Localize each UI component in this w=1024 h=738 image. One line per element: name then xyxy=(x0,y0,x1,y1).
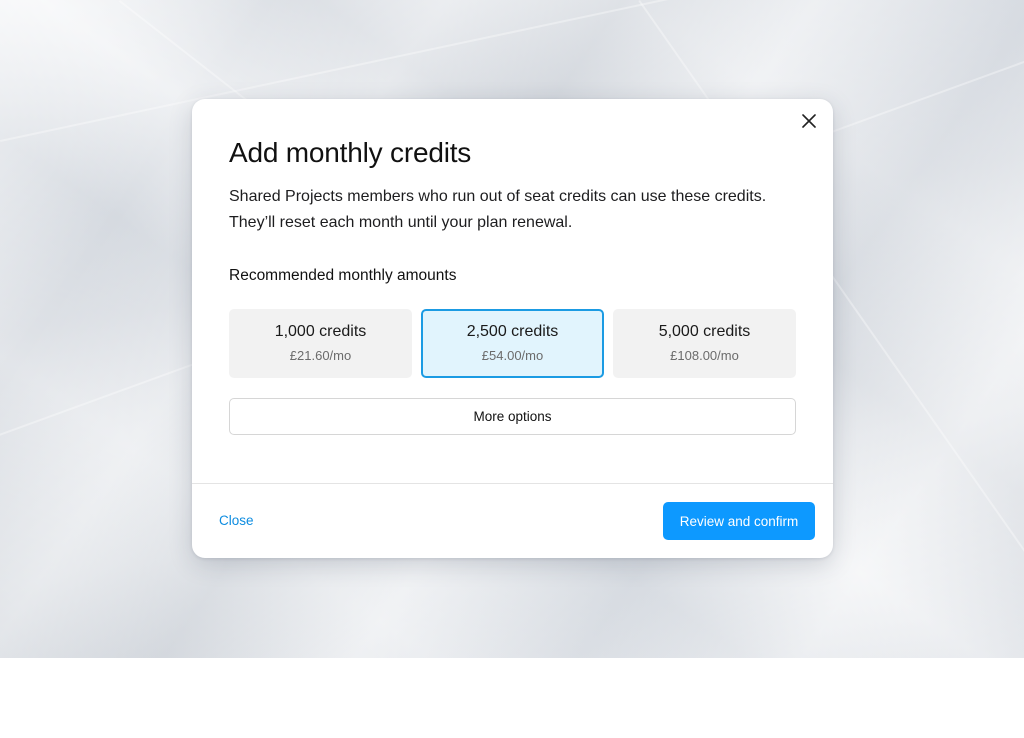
review-and-confirm-button[interactable]: Review and confirm xyxy=(663,502,815,540)
credit-option-amount: 5,000 credits xyxy=(658,323,751,340)
credit-options: 1,000 credits £21.60/mo 2,500 credits £5… xyxy=(229,309,796,378)
add-credits-dialog: Add monthly credits Shared Projects memb… xyxy=(192,99,833,558)
credit-option-amount: 2,500 credits xyxy=(466,323,559,340)
credit-option-price: £21.60/mo xyxy=(289,348,352,363)
credit-option-2500[interactable]: 2,500 credits £54.00/mo xyxy=(421,309,604,378)
credit-option-5000[interactable]: 5,000 credits £108.00/mo xyxy=(613,309,796,378)
dialog-description: Shared Projects members who run out of s… xyxy=(229,188,767,231)
dialog-title: Add monthly credits xyxy=(229,137,472,168)
close-icon[interactable] xyxy=(799,111,819,131)
credit-option-1000[interactable]: 1,000 credits £21.60/mo xyxy=(229,309,412,378)
close-button[interactable]: Close xyxy=(219,513,254,528)
close-icon-glyph xyxy=(802,114,816,128)
credit-option-amount: 1,000 credits xyxy=(274,323,367,340)
recommended-amounts-label: Recommended monthly amounts xyxy=(229,267,457,284)
credit-option-price: £108.00/mo xyxy=(670,348,739,363)
more-options-button[interactable]: More options xyxy=(229,398,796,435)
footer-divider xyxy=(192,483,833,484)
credit-option-price: £54.00/mo xyxy=(481,348,544,363)
